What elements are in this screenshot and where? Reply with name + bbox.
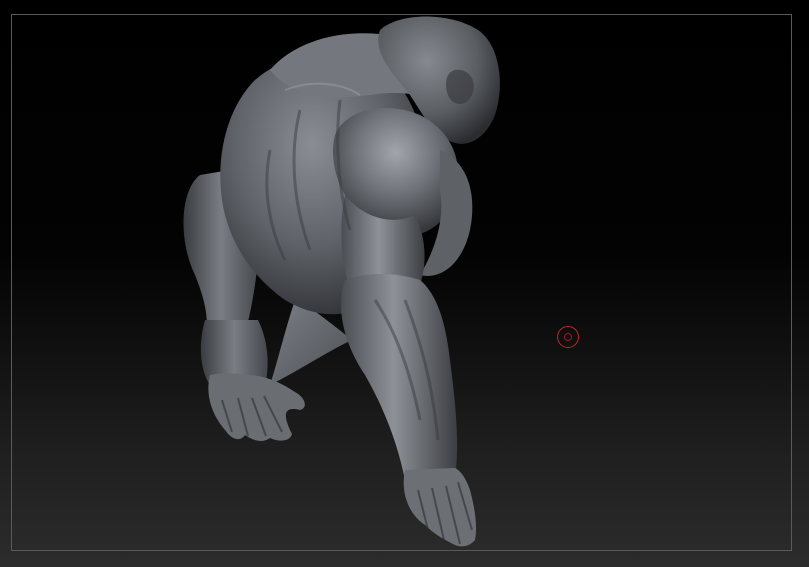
sculpt-viewport[interactable] [0, 0, 809, 567]
right-forearm [341, 274, 458, 480]
brush-cursor-icon [557, 326, 579, 348]
sculpted-model[interactable] [0, 0, 809, 567]
left-hand [208, 373, 305, 442]
